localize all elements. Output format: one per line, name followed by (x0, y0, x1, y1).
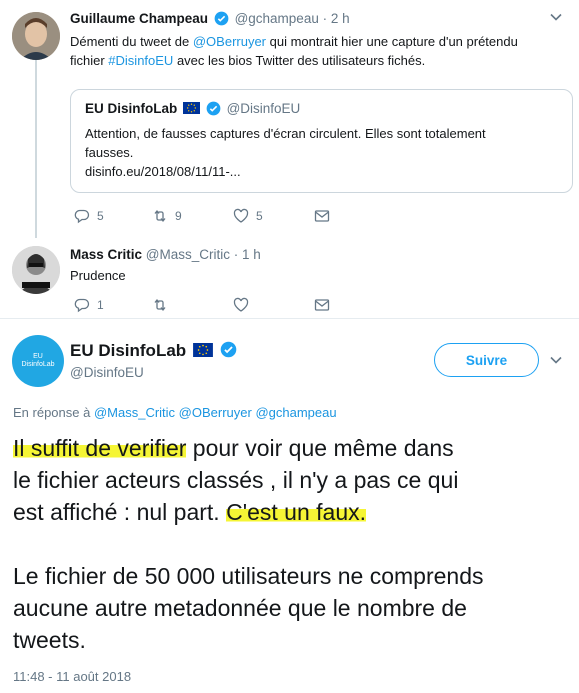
tweet-text-line: Le fichier de 50 000 utilisateurs ne com… (13, 563, 484, 589)
eu-flag-icon (183, 102, 201, 114)
quote-link[interactable]: disinfo.eu/2018/08/11/11-... (85, 162, 555, 181)
text-part: Démenti du tweet de (70, 34, 193, 49)
reply-button[interactable]: 5 (74, 208, 104, 224)
tweet-header: Mass Critic @Mass_Critic · 1 h (70, 247, 261, 262)
reply-prefix: En réponse à (13, 405, 91, 420)
tweet-guillaume[interactable]: Guillaume Champeau @gchampeau · 2 h Déme… (0, 0, 579, 238)
quote-line: Attention, de fausses captures d'écran c… (85, 126, 486, 141)
tweet-time[interactable]: · 1 h (234, 247, 261, 262)
verified-icon (214, 11, 229, 26)
tweet-text-line: Il suffit de verifier pour voir que même… (13, 432, 454, 464)
quote-author-handle: @DisinfoEU (226, 101, 301, 116)
highlighted-text: Il suffit de verifier (13, 435, 187, 461)
author-name-text[interactable]: EU DisinfoLab (70, 341, 186, 360)
tweet-text-line: est affiché : nul part. C'est un faux. (13, 496, 367, 528)
envelope-icon (314, 299, 330, 311)
author-handle[interactable]: @DisinfoEU (70, 365, 144, 380)
heart-icon (233, 208, 249, 223)
tweet-text-line: le fichier acteurs classés , il n'y a pa… (13, 467, 459, 493)
author-name[interactable]: Guillaume Champeau (70, 11, 208, 26)
like-count: 5 (256, 209, 263, 223)
author-handle[interactable]: @gchampeau (235, 11, 319, 26)
text-part: est affiché : nul part. (13, 499, 227, 525)
reply-count: 1 (97, 298, 104, 312)
avatar-logo-text: EU DisinfoLab (21, 353, 55, 368)
retweet-button[interactable] (152, 297, 175, 313)
quote-author-name: EU DisinfoLab (85, 101, 178, 116)
like-button[interactable] (233, 297, 256, 313)
verified-icon (206, 101, 221, 116)
avatar[interactable] (12, 246, 60, 294)
follow-button[interactable]: Suivre (434, 343, 539, 377)
tweet-text: Prudence (70, 268, 126, 283)
highlighted-text: C'est un faux. (226, 499, 367, 525)
tweet-text-line: tweets. (13, 627, 86, 653)
reply-icon (74, 209, 90, 224)
reply-mentions[interactable]: @Mass_Critic @OBerruyer @gchampeau (94, 405, 337, 420)
retweet-count: 9 (175, 209, 182, 223)
thread-line (35, 60, 37, 238)
reply-context: En réponse à @Mass_Critic @OBerruyer @gc… (13, 405, 337, 420)
avatar[interactable]: EU DisinfoLab (12, 335, 64, 387)
text-part: fichier (70, 53, 109, 68)
chevron-down-icon[interactable] (549, 353, 563, 367)
verified-icon (220, 341, 236, 358)
main-tweet: EU DisinfoLab EU DisinfoLab @DisinfoEU S… (0, 318, 579, 693)
mention-link[interactable]: @OBerruyer (193, 34, 266, 49)
reply-count: 5 (97, 209, 104, 223)
eu-flag-icon (192, 343, 213, 357)
quote-line: fausses. (85, 145, 134, 160)
reply-button[interactable]: 1 (74, 297, 104, 313)
like-button[interactable]: 5 (233, 208, 263, 224)
author-name[interactable]: Mass Critic (70, 247, 142, 262)
reply-icon (74, 298, 90, 313)
dm-button[interactable] (314, 208, 330, 224)
tweet-text-line: aucune autre metadonnée que le nombre de (13, 595, 467, 621)
quote-text: Attention, de fausses captures d'écran c… (85, 124, 555, 181)
text-part: qui montrait hier une capture d'un préte… (266, 34, 518, 49)
author-handle[interactable]: @Mass_Critic (146, 247, 230, 262)
quote-header: EU DisinfoLab @DisinfoEU (85, 101, 300, 116)
retweet-icon (154, 209, 166, 223)
avatar[interactable] (12, 12, 60, 60)
tweet-mass-critic[interactable]: Mass Critic @Mass_Critic · 1 h Prudence … (0, 238, 579, 318)
quoted-tweet[interactable]: EU DisinfoLab @DisinfoEU Attention, de f… (70, 89, 573, 193)
tweet-text: Démenti du tweet de @OBerruyer qui montr… (70, 32, 518, 70)
tweet-header: Guillaume Champeau @gchampeau · 2 h (70, 11, 350, 26)
text-part: avec les bios Twitter des utilisateurs f… (173, 53, 426, 68)
heart-icon (233, 297, 249, 312)
envelope-icon (314, 210, 330, 222)
retweet-button[interactable]: 9 (152, 208, 182, 224)
timestamp[interactable]: 11:48 - 11 août 2018 (13, 669, 131, 684)
dm-button[interactable] (314, 297, 330, 313)
retweet-icon (154, 298, 166, 312)
text-part: pour voir que même dans (186, 435, 454, 461)
author-name[interactable]: EU DisinfoLab (70, 341, 237, 361)
chevron-down-icon[interactable] (549, 10, 563, 24)
hashtag-link[interactable]: #DisinfoEU (108, 53, 173, 68)
tweet-time[interactable]: · 2 h (323, 11, 350, 26)
